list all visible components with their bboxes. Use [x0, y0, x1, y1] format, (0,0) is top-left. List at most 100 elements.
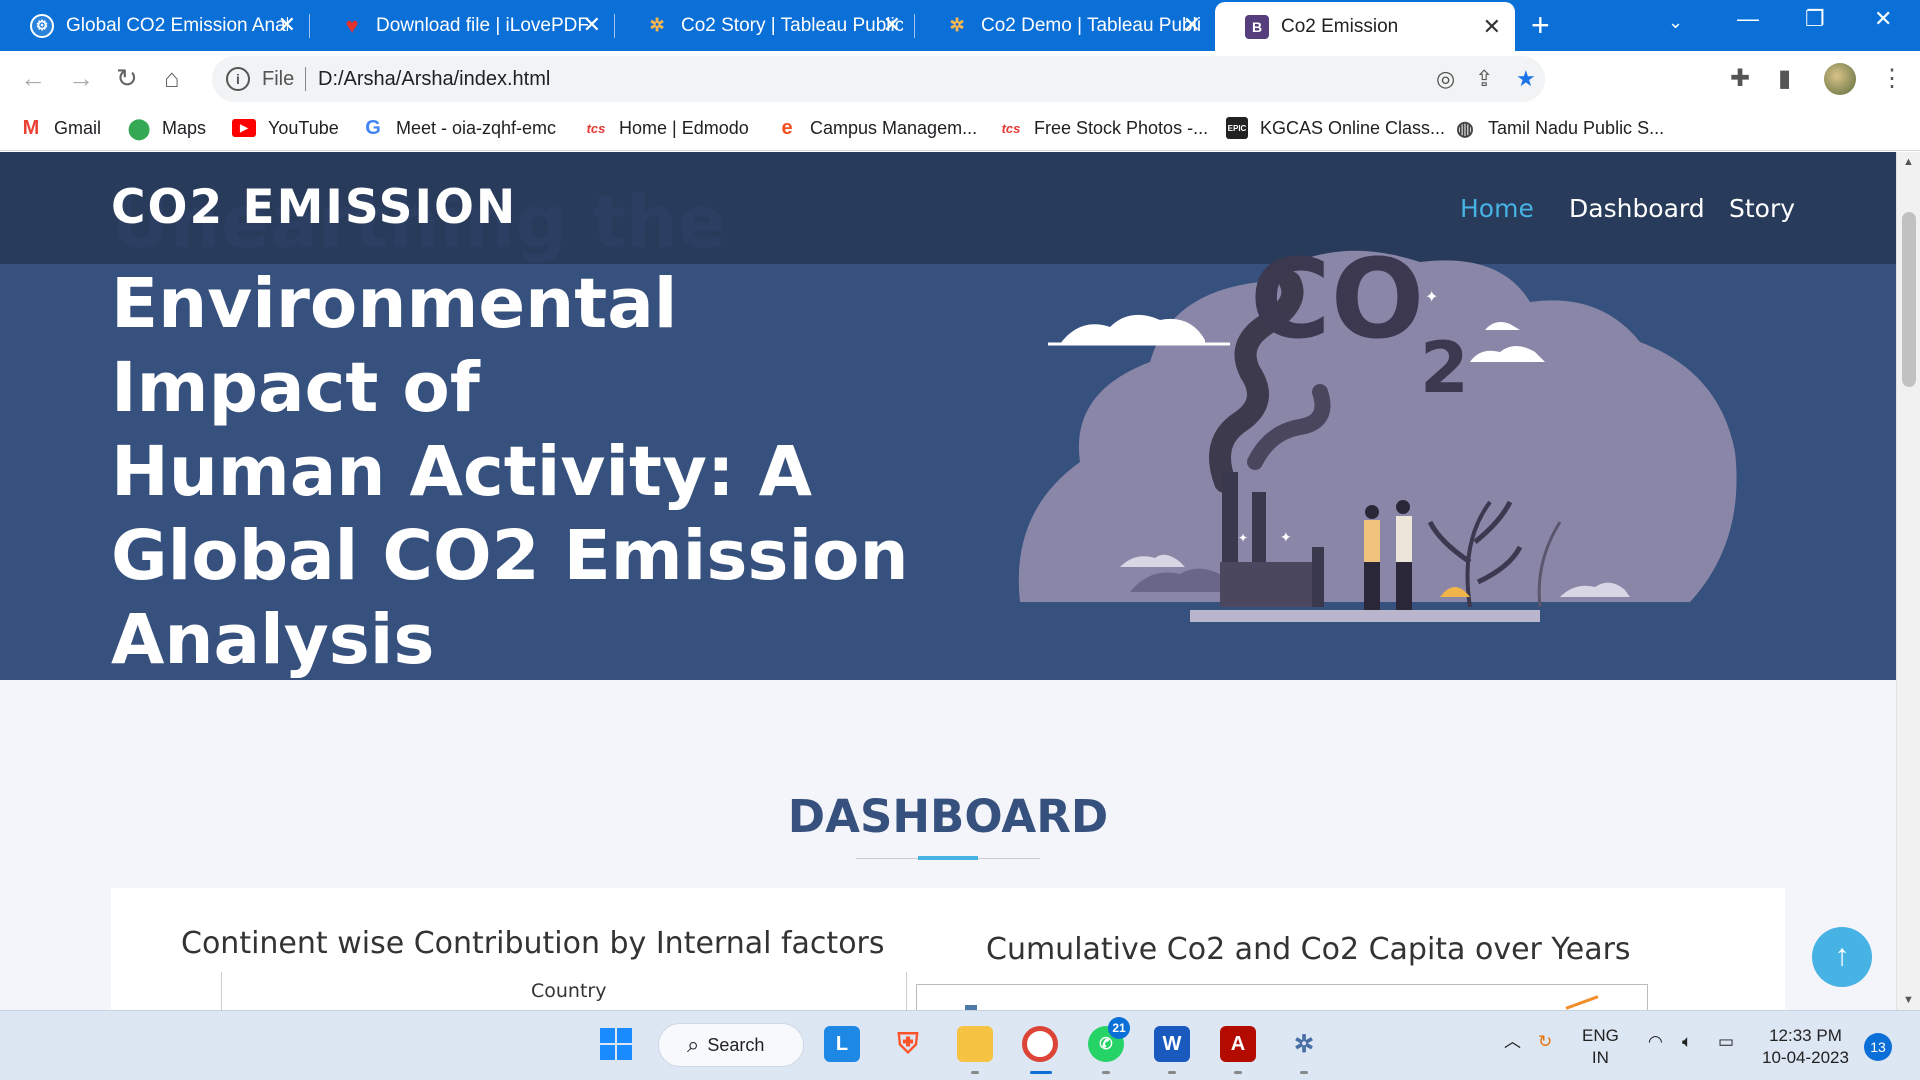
nav-home[interactable]: Home — [1460, 194, 1534, 223]
address-scheme-label: File — [262, 68, 295, 90]
lens-app-icon[interactable]: L — [824, 1026, 860, 1062]
hero-title-line: Analysis — [111, 600, 435, 680]
google-icon: G — [365, 116, 381, 139]
back-to-top-button[interactable]: ↑ — [1812, 927, 1872, 987]
clock[interactable]: 12:33 PM 10-04-2023 — [1762, 1025, 1849, 1069]
sparkle-icon: ✦ — [1280, 529, 1292, 545]
sparkle-icon: ✦ — [1425, 289, 1438, 306]
tcs-icon: tcs — [1001, 120, 1021, 136]
bookmark-youtube[interactable]: ▶ YouTube — [232, 114, 339, 142]
person-legs — [1396, 562, 1412, 610]
running-indicator — [1300, 1071, 1308, 1074]
tableau-icon[interactable]: ✲ — [1286, 1026, 1322, 1062]
chart-divider — [906, 972, 907, 1010]
bookmark-tnpsc[interactable]: ◍ Tamil Nadu Public S... — [1454, 114, 1664, 142]
sync-icon[interactable]: ↻ — [1538, 1031, 1552, 1053]
menu-kebab-icon[interactable]: ⋮ — [1880, 65, 1904, 93]
home-button[interactable]: ⌂ — [164, 63, 180, 93]
tab-co2-demo[interactable]: ✲ Co2 Demo | Tableau Publi ✕ — [915, 0, 1215, 51]
volume-icon[interactable]: 🔈︎ — [1682, 1031, 1692, 1053]
tab-global-co2[interactable]: ⚙ Global CO2 Emission Anal ✕ — [0, 0, 310, 51]
close-tab-icon[interactable]: ✕ — [583, 12, 601, 38]
new-tab-button[interactable]: + — [1531, 8, 1550, 42]
browser-toolbar: ← → ↻ ⌂ i File D:/Arsha/Arsha/index.html… — [0, 51, 1920, 106]
section-divider-accent — [918, 856, 978, 860]
scroll-down-arrow-icon[interactable]: ▼ — [1903, 994, 1914, 1006]
tab-co2-emission[interactable]: B Co2 Emission ✕ — [1215, 2, 1515, 51]
info-icon[interactable]: i — [226, 67, 250, 91]
scroll-up-arrow-icon[interactable]: ▲ — [1903, 156, 1914, 168]
nav-story[interactable]: Story — [1729, 194, 1795, 223]
close-tab-icon[interactable]: ✕ — [1183, 12, 1201, 38]
side-panel-icon[interactable]: ▮ — [1778, 65, 1791, 93]
close-tab-icon[interactable]: ✕ — [278, 12, 296, 38]
nav-dashboard[interactable]: Dashboard — [1569, 194, 1705, 223]
campus-icon: e — [781, 116, 793, 139]
browser-tab-strip: ⚙ Global CO2 Emission Anal ✕ ♥ Download … — [0, 0, 1920, 51]
windows-logo-icon — [600, 1028, 632, 1060]
eye-off-icon[interactable]: ◎ — [1436, 66, 1455, 92]
whatsapp-badge: 21 — [1108, 1017, 1130, 1039]
bookmark-meet[interactable]: G Meet - oia-zqhf-emc — [362, 114, 556, 142]
extensions-icon[interactable]: ✚ — [1730, 65, 1750, 93]
taskbar-search[interactable]: ⌕ Search — [658, 1023, 804, 1067]
start-button[interactable] — [598, 1026, 634, 1062]
reload-button[interactable]: ↻ — [116, 63, 138, 93]
wifi-icon[interactable]: ◠ — [1648, 1031, 1663, 1053]
bookmark-campus[interactable]: e Campus Managem... — [776, 114, 977, 142]
openai-icon: ⚙ — [30, 13, 54, 38]
tab-co2-story[interactable]: ✲ Co2 Story | Tableau Public ✕ — [615, 0, 915, 51]
tableau-embed-frame[interactable] — [916, 984, 1648, 1010]
person-head — [1365, 505, 1379, 519]
bookmark-kgcas[interactable]: EPIC KGCAS Online Class... — [1226, 114, 1445, 142]
forward-button[interactable]: → — [68, 63, 94, 93]
hero-title-line: Human Activity: A — [111, 432, 813, 512]
ilovepdf-icon: ♥ — [345, 12, 359, 38]
address-bar[interactable]: i File D:/Arsha/Arsha/index.html ◎ ⇪ ★ — [212, 56, 1545, 102]
person-body — [1364, 520, 1380, 565]
site-logo[interactable]: CO2 EMISSION — [111, 180, 517, 235]
tab-ilovepdf[interactable]: ♥ Download file | iLovePDF ✕ — [310, 0, 615, 51]
hero-title: Environmental Impact of Human Activity: … — [111, 262, 961, 682]
address-divider — [305, 67, 306, 91]
restore-button[interactable]: ❐ — [1805, 6, 1825, 32]
language-indicator[interactable]: ENG IN — [1582, 1025, 1619, 1069]
close-tab-icon[interactable]: ✕ — [883, 12, 901, 38]
tab-search-icon[interactable]: ⌄ — [1668, 12, 1683, 33]
gmail-icon: M — [22, 116, 40, 139]
co2-subscript-glyph: 2 — [1420, 327, 1469, 409]
notification-badge[interactable]: 13 — [1864, 1033, 1892, 1061]
bookmark-gmail[interactable]: M Gmail — [20, 114, 101, 142]
battery-icon[interactable]: ▭ — [1718, 1031, 1734, 1053]
tableau-icon: ✲ — [949, 15, 965, 35]
chevron-up-icon[interactable]: ︿ — [1504, 1031, 1521, 1053]
share-icon[interactable]: ⇪ — [1475, 66, 1493, 92]
running-indicator — [1168, 1071, 1176, 1074]
acrobat-icon[interactable]: A — [1220, 1026, 1256, 1062]
close-tab-icon[interactable]: ✕ — [1483, 14, 1501, 40]
scrollbar-thumb[interactable] — [1902, 212, 1916, 387]
chart-line — [1565, 995, 1599, 1010]
address-url[interactable]: D:/Arsha/Arsha/index.html — [318, 68, 550, 91]
chrome-icon[interactable] — [1022, 1026, 1058, 1062]
back-button[interactable]: ← — [20, 63, 46, 93]
bookmark-maps[interactable]: ⬤ Maps — [128, 114, 206, 142]
minimize-button[interactable]: — — [1737, 6, 1759, 32]
youtube-icon: ▶ — [232, 119, 256, 137]
brave-icon[interactable]: ⛨ — [890, 1026, 926, 1062]
bookmark-edmodo[interactable]: tcs Home | Edmodo — [585, 114, 749, 142]
dashboard-card: Continent wise Contribution by Internal … — [111, 888, 1785, 1010]
bookmark-star-icon[interactable]: ★ — [1516, 66, 1536, 92]
word-icon[interactable]: W — [1154, 1026, 1190, 1062]
co2-pollution-illustration: CO 2 ✦ ✦ ✦ — [1018, 235, 1737, 622]
file-explorer-icon[interactable] — [957, 1026, 993, 1062]
hero-title-line: Environmental Impact of — [111, 264, 678, 428]
page-viewport: Unearthing the CO2 EMISSION Home Dashboa… — [0, 152, 1896, 1010]
profile-avatar[interactable] — [1824, 63, 1856, 95]
windows-taskbar: ⌕ Search L ⛨ ✆ 21 W A ✲ ︿ ↻ ENG IN ◠ 🔈︎ … — [0, 1010, 1920, 1080]
bookmark-stock-photos[interactable]: tcs Free Stock Photos -... — [1000, 114, 1208, 142]
section-title: DASHBOARD — [787, 790, 1109, 843]
page-scrollbar[interactable]: ▲ ▼ — [1896, 152, 1920, 1010]
tableau-icon: ✲ — [649, 15, 665, 35]
close-window-button[interactable]: ✕ — [1874, 6, 1892, 32]
